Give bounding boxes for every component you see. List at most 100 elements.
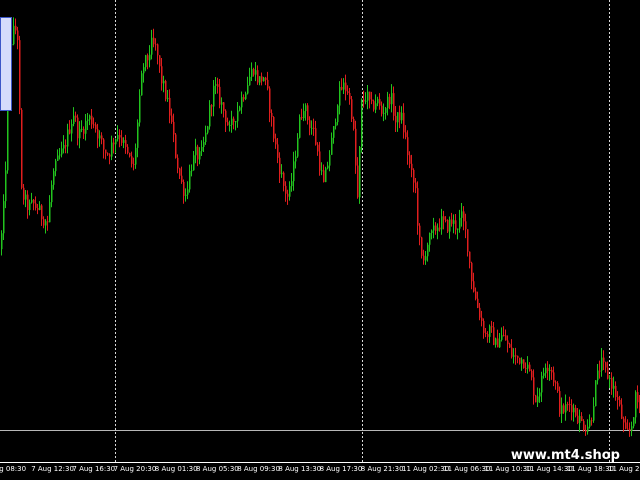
- candle-body: [79, 129, 81, 139]
- candle-body: [133, 163, 135, 165]
- candle-body: [499, 339, 501, 348]
- candle-body: [107, 153, 109, 155]
- candle-body: [231, 118, 233, 125]
- candle-body: [23, 187, 25, 200]
- side-panel-tab[interactable]: [0, 17, 12, 111]
- candle-body: [5, 170, 7, 202]
- candle-body: [327, 165, 329, 169]
- candle-body: [63, 145, 65, 149]
- candle-body: [551, 369, 553, 373]
- candle-body: [37, 207, 39, 211]
- candle-body: [169, 97, 171, 116]
- candle-body: [393, 93, 395, 116]
- candle-body: [417, 188, 419, 226]
- candle-body: [323, 170, 325, 183]
- candle-body: [233, 118, 235, 122]
- candle-body: [625, 422, 627, 429]
- candle-body: [297, 137, 299, 157]
- x-tick-label: 11 Aug 14:30: [525, 465, 573, 473]
- candle-body: [443, 216, 445, 220]
- candle-body: [419, 225, 421, 238]
- candle-body: [353, 118, 355, 129]
- candlestick-plot[interactable]: [0, 0, 640, 480]
- candle-body: [467, 229, 469, 252]
- candle-body: [391, 93, 393, 105]
- candle-body: [83, 128, 85, 134]
- candle-body: [1, 233, 3, 250]
- candle-body: [497, 338, 499, 348]
- candle-body: [135, 147, 137, 165]
- candle-body: [421, 237, 423, 256]
- candle-body: [447, 219, 449, 232]
- candle-body: [513, 355, 515, 357]
- candle-body: [207, 126, 209, 133]
- candle-body: [549, 369, 551, 372]
- candle-body: [85, 120, 87, 134]
- candle-body: [511, 347, 513, 357]
- candle-body: [263, 77, 265, 82]
- candle-body: [229, 124, 231, 126]
- candle-body: [383, 112, 385, 114]
- candle-body: [561, 405, 563, 414]
- x-tick-label: 7 Aug 16:30: [72, 465, 116, 473]
- x-tick-label: 8 Aug 13:30: [278, 465, 322, 473]
- candle-body: [249, 76, 251, 86]
- candle-body: [39, 205, 41, 211]
- candle-body: [245, 93, 247, 100]
- candle-body: [195, 146, 197, 156]
- x-tick-label: 7 Aug 12:30: [31, 465, 74, 473]
- price-chart[interactable]: Aug 08:30 7 Aug 12:307 Aug 16:307 Aug 20:…: [0, 0, 640, 480]
- candle-body: [73, 115, 75, 124]
- x-tick-label: Aug 08:30: [0, 465, 27, 473]
- x-tick-label: 11 Aug 06:30: [443, 465, 491, 473]
- candle-body: [261, 76, 263, 82]
- candle-body: [57, 155, 59, 161]
- candle-body: [527, 364, 529, 369]
- candle-body: [483, 320, 485, 333]
- candle-body: [311, 127, 313, 129]
- candle-body: [193, 155, 195, 171]
- x-tick-label: 11 Aug 02:30: [402, 465, 450, 473]
- candle-body: [271, 112, 273, 118]
- candle-body: [105, 149, 107, 154]
- candle-body: [3, 201, 5, 234]
- candle-body: [633, 417, 635, 427]
- candle-body: [469, 251, 471, 263]
- x-tick-label: 11 Aug 18:30: [566, 465, 614, 473]
- candle-body: [43, 219, 45, 226]
- candle-body: [609, 377, 611, 379]
- candle-body: [103, 139, 105, 150]
- candle-body: [211, 105, 213, 107]
- candle-body: [243, 97, 245, 100]
- candle-body: [387, 96, 389, 109]
- candle-body: [479, 307, 481, 318]
- candle-body: [181, 175, 183, 182]
- candle-body: [587, 426, 589, 432]
- candle-body: [589, 420, 591, 427]
- candle-body: [533, 377, 535, 396]
- candle-body: [291, 181, 293, 187]
- candle-body: [547, 367, 549, 372]
- x-tick-label: 11 Aug 10:30: [484, 465, 532, 473]
- candle-body: [615, 385, 617, 398]
- candle-body: [351, 99, 353, 119]
- candle-body: [167, 97, 169, 100]
- candle-body: [425, 256, 427, 261]
- candle-body: [455, 220, 457, 230]
- candle-body: [489, 326, 491, 337]
- x-tick-label: 8 Aug 21:30: [360, 465, 404, 473]
- candle-body: [415, 182, 417, 189]
- candle-body: [223, 102, 225, 111]
- candle-body: [143, 67, 145, 74]
- candle-body: [287, 193, 289, 197]
- candle-body: [543, 373, 545, 376]
- candle-body: [441, 216, 443, 230]
- candle-body: [145, 55, 147, 68]
- candle-body: [295, 156, 297, 162]
- candle-body: [265, 77, 267, 80]
- candle-body: [397, 112, 399, 123]
- candle-body: [505, 335, 507, 341]
- candle-body: [187, 189, 189, 195]
- candle-body: [495, 338, 497, 345]
- candle-body: [241, 97, 243, 108]
